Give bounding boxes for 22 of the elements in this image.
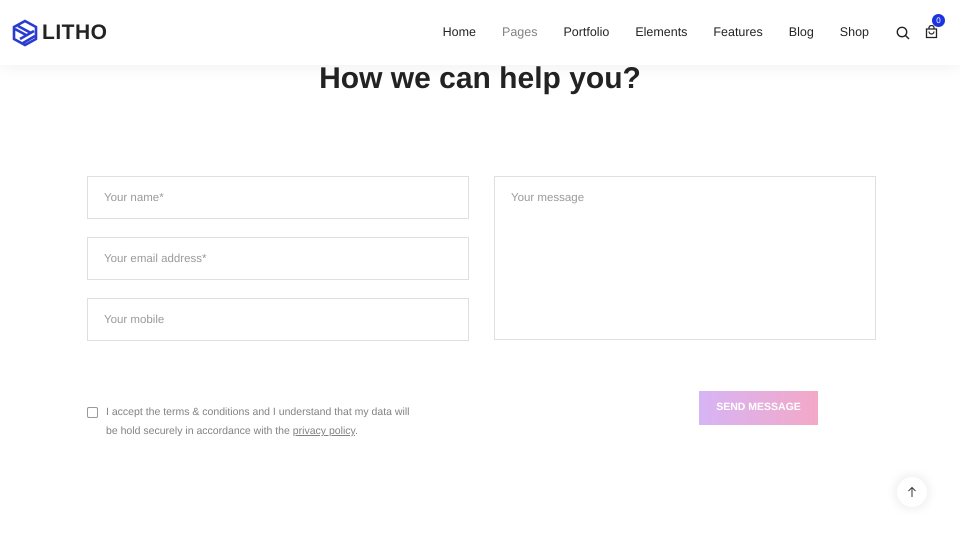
message-field[interactable]: Your message <box>494 176 876 340</box>
consent-text: I accept the terms & conditions and I understand that my data will be hold securely in accordance with the privacy policy. <box>106 405 410 439</box>
consent-checkbox[interactable] <box>87 407 98 418</box>
privacy-policy-link[interactable]: privacy policy <box>292 425 356 437</box>
cart-icon[interactable] <box>925 25 938 40</box>
search-icon[interactable] <box>896 26 910 40</box>
input-field[interactable]: Your name* <box>87 176 469 219</box>
nav-link[interactable]: Pages <box>489 23 550 42</box>
nav-link[interactable]: Features <box>700 23 776 42</box>
page-heading: How we can help you? <box>318 64 642 94</box>
input-field[interactable]: Your mobile <box>87 298 469 341</box>
input-field[interactable]: Your email address* <box>87 237 469 280</box>
nav-link[interactable]: Home <box>430 23 489 42</box>
nav-link[interactable]: Shop <box>826 23 882 42</box>
brand-name: LITHO <box>42 20 108 46</box>
arrow-up-icon <box>907 486 917 498</box>
cart-count-badge: 0 <box>932 14 945 26</box>
nav-link[interactable]: Blog <box>776 23 827 42</box>
scroll-to-top-button[interactable] <box>897 477 927 507</box>
logo-icon <box>12 18 38 46</box>
nav-link[interactable]: Portfolio <box>550 23 622 42</box>
nav-link[interactable]: Elements <box>622 23 700 42</box>
